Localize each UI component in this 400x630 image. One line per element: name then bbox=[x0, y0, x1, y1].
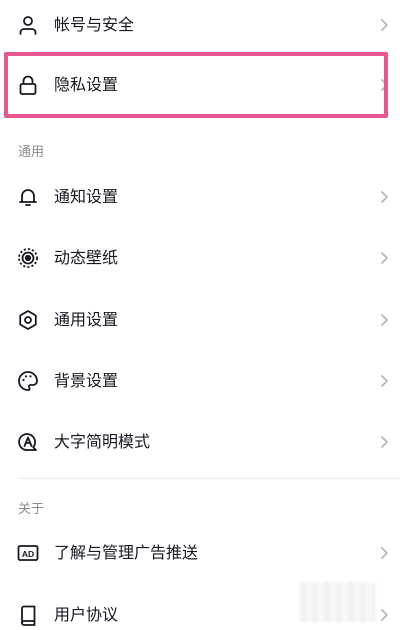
settings-item-ad-management[interactable]: AD 了解与管理广告推送 bbox=[0, 528, 400, 578]
palette-icon bbox=[17, 370, 39, 392]
gear-icon bbox=[17, 309, 39, 331]
settings-screen: 帐号与安全 隐私设置 通用 通知设置 动态壁纸 通用设置 背景设置 大字简明模式… bbox=[0, 0, 400, 630]
ad-icon: AD bbox=[17, 542, 39, 564]
section-header-about: 关于 bbox=[18, 502, 45, 517]
settings-item-background[interactable]: 背景设置 bbox=[0, 356, 400, 406]
large-font-icon bbox=[17, 431, 39, 453]
chevron-right-icon bbox=[378, 434, 390, 450]
settings-item-label: 通用设置 bbox=[54, 310, 119, 329]
svg-text:AD: AD bbox=[22, 549, 34, 559]
settings-item-label: 了解与管理广告推送 bbox=[54, 543, 199, 562]
settings-item-label: 大字简明模式 bbox=[54, 432, 151, 451]
settings-item-label: 用户协议 bbox=[54, 605, 119, 624]
chevron-right-icon bbox=[378, 607, 390, 623]
highlight-frame bbox=[4, 52, 388, 118]
settings-item-label: 动态壁纸 bbox=[54, 248, 119, 267]
chevron-right-icon bbox=[378, 189, 390, 205]
book-icon bbox=[17, 604, 39, 626]
settings-item-notification[interactable]: 通知设置 bbox=[0, 172, 400, 222]
settings-item-general[interactable]: 通用设置 bbox=[0, 295, 400, 345]
settings-item-label: 帐号与安全 bbox=[54, 15, 135, 34]
chevron-right-icon bbox=[378, 545, 390, 561]
mosaic-patch bbox=[300, 582, 375, 622]
section-divider bbox=[18, 478, 400, 479]
settings-item-large-font[interactable]: 大字简明模式 bbox=[0, 417, 400, 467]
section-header-general: 通用 bbox=[18, 145, 45, 160]
user-icon bbox=[17, 14, 39, 36]
settings-item-label: 通知设置 bbox=[54, 187, 119, 206]
chevron-right-icon bbox=[378, 373, 390, 389]
chevron-right-icon bbox=[378, 250, 390, 266]
settings-item-account-security[interactable]: 帐号与安全 bbox=[0, 0, 400, 50]
chevron-right-icon bbox=[378, 312, 390, 328]
settings-item-live-wallpaper[interactable]: 动态壁纸 bbox=[0, 233, 400, 283]
wallpaper-icon bbox=[17, 247, 39, 269]
chevron-right-icon bbox=[378, 17, 390, 33]
bell-icon bbox=[17, 186, 39, 208]
settings-item-label: 背景设置 bbox=[54, 371, 119, 390]
